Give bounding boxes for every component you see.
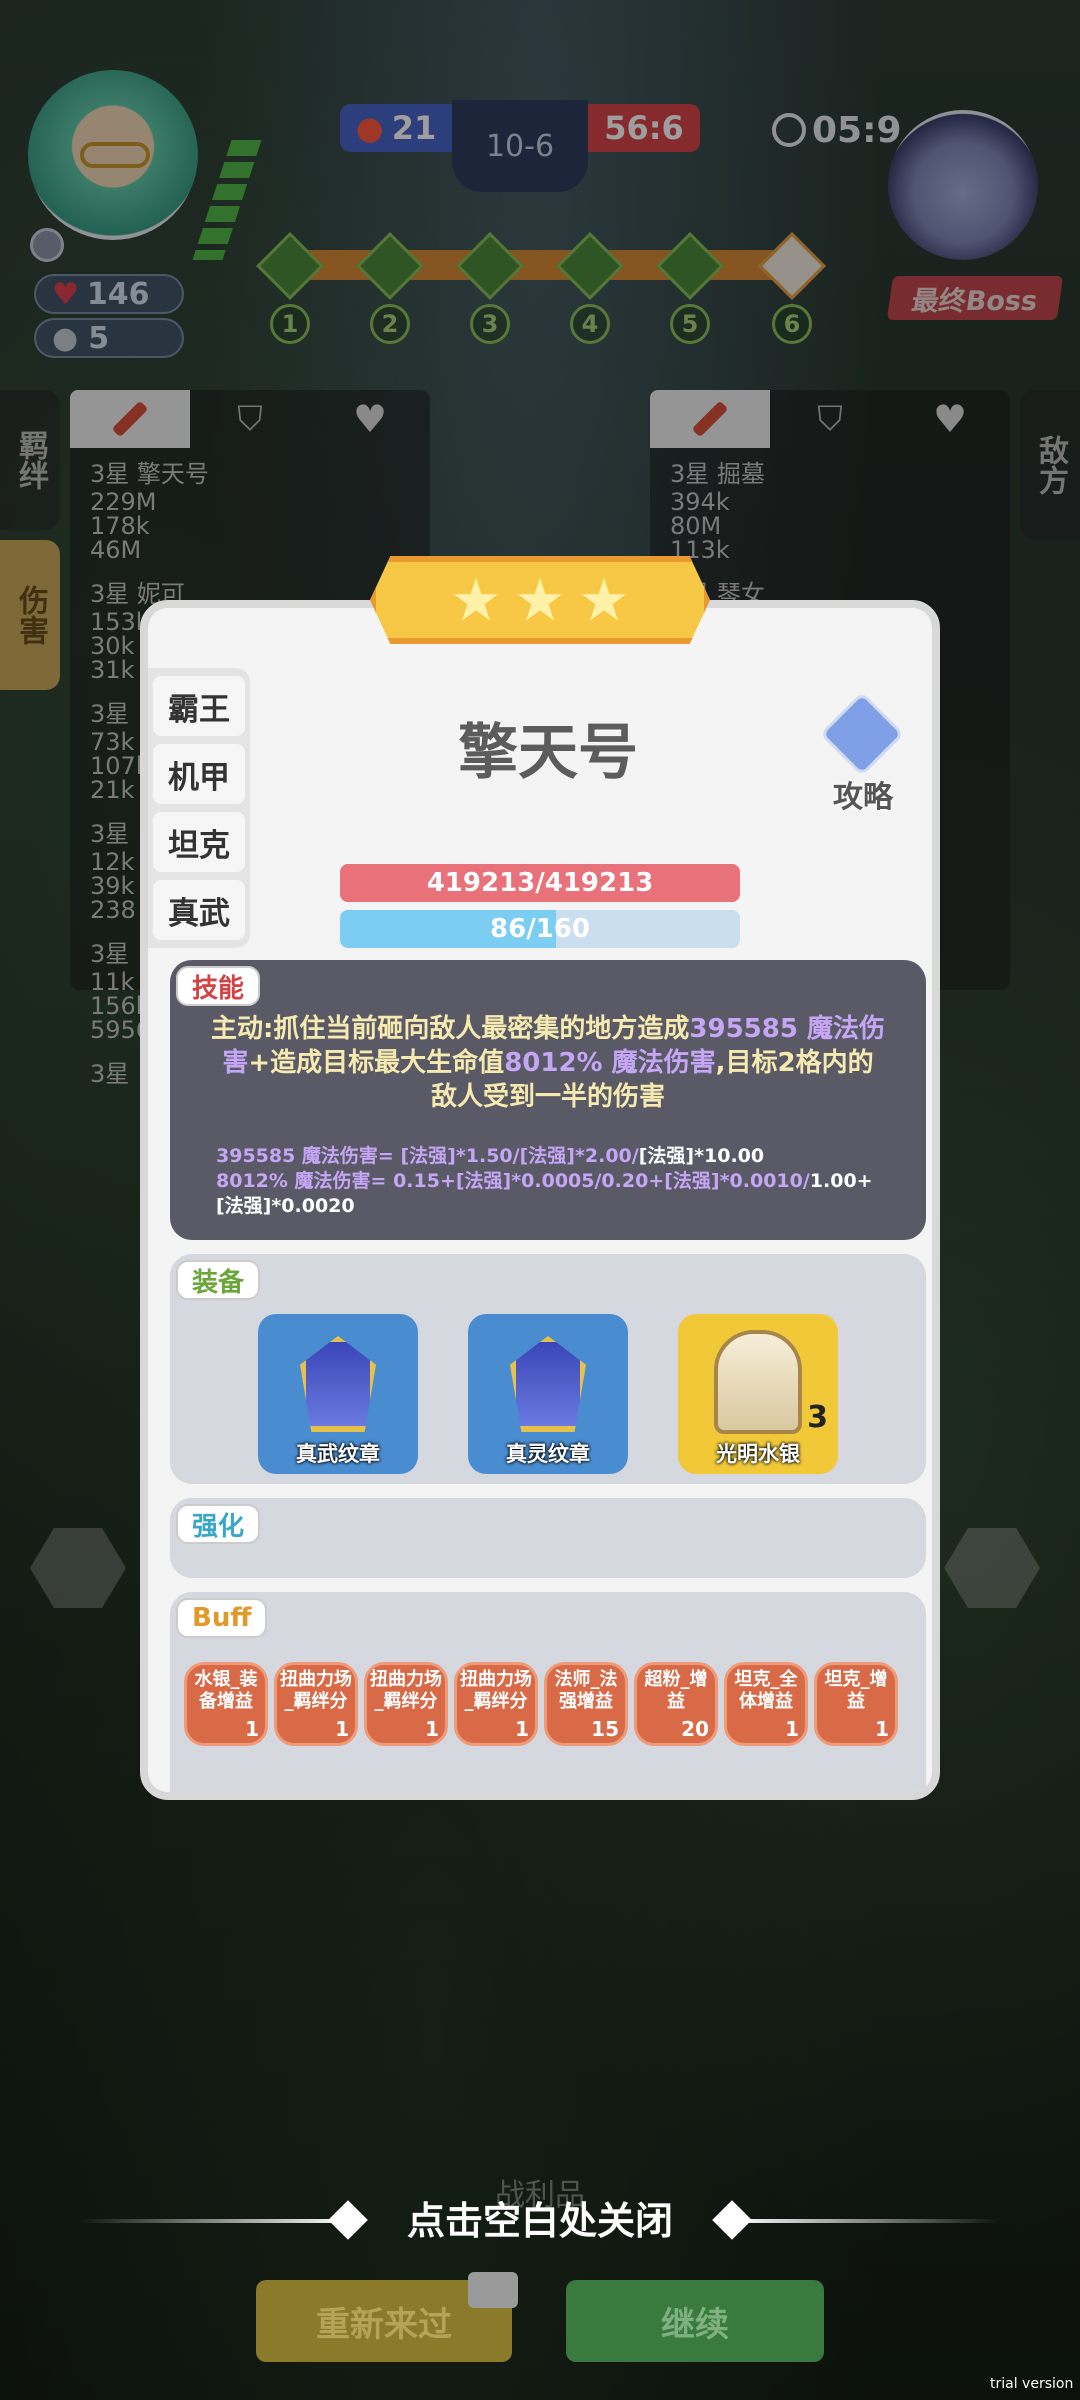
formula-text: 8012% 魔法伤害= 0.15+[法强]*0.0005/0.20+[法强]*0…	[216, 1170, 810, 1192]
formula-text: [法强]*10.00	[638, 1145, 765, 1167]
trait-tab-column: 霸王 机甲 坦克 真武	[148, 668, 250, 948]
trait-tab-mecha[interactable]: 机甲	[153, 744, 245, 804]
buff-count: 1	[875, 1717, 889, 1741]
buff-name: 超粉_增益	[644, 1669, 708, 1712]
buff-item[interactable]: 扭曲力场_羁绊分 1	[454, 1662, 538, 1746]
mana-bar: 86/160	[340, 910, 740, 948]
divider-right	[730, 2219, 1000, 2223]
skill-description: 主动:抓住当前砸向敌人最密集的地方造成395585 魔法伤害+造成目标最大生命值…	[210, 1012, 886, 1114]
skill-formulas: 395585 魔法伤害= [法强]*1.50/[法强]*2.00/[法强]*10…	[216, 1144, 896, 1219]
diamond-icon	[328, 2200, 368, 2240]
buff-count: 1	[425, 1717, 439, 1741]
emblem-icon	[300, 1336, 376, 1432]
buff-name: 坦克_增益	[824, 1669, 888, 1712]
emblem-icon	[510, 1336, 586, 1432]
equipment-tag: 装备	[176, 1260, 261, 1300]
trait-tab-tank[interactable]: 坦克	[153, 812, 245, 872]
buff-item[interactable]: 超粉_增益 20	[634, 1662, 718, 1746]
buff-count: 20	[681, 1717, 709, 1741]
buff-name: 水银_装备增益	[194, 1669, 258, 1712]
buff-name: 扭曲力场_羁绊分	[280, 1669, 352, 1712]
buff-name: 法师_法强增益	[554, 1669, 618, 1712]
enhance-tag: 强化	[176, 1504, 261, 1544]
buff-item[interactable]: 坦克_全体增益 1	[724, 1662, 808, 1746]
loot-title: 战利品	[495, 2178, 585, 2213]
buff-item[interactable]: 水银_装备增益 1	[184, 1662, 268, 1746]
hero-detail-modal: 霸王 机甲 坦克 真武 擎天号 攻略 419213/419213 86/160 …	[140, 600, 940, 1800]
equip-item-zhenwu-emblem[interactable]: 真武纹章	[258, 1314, 418, 1474]
buff-count: 1	[515, 1717, 529, 1741]
buff-item[interactable]: 扭曲力场_羁绊分 1	[364, 1662, 448, 1746]
retry-button[interactable]: 重新来过	[256, 2272, 518, 2362]
hp-text: 419213/419213	[426, 868, 654, 898]
trait-tab-overlord[interactable]: 霸王	[153, 676, 245, 736]
equip-item-light-mercury[interactable]: 3 光明水银	[678, 1314, 838, 1474]
enhance-section: 强化	[170, 1498, 926, 1578]
buff-name: 扭曲力场_羁绊分	[460, 1669, 532, 1712]
skill-tag: 技能	[176, 966, 261, 1006]
buff-name: 坦克_全体增益	[734, 1669, 798, 1712]
buff-tag: Buff	[176, 1598, 268, 1638]
mana-text: 86/160	[490, 914, 590, 944]
hp-bar: 419213/419213	[340, 864, 740, 902]
formula-line-1: 395585 魔法伤害= [法强]*1.50/[法强]*2.00/[法强]*10…	[216, 1144, 896, 1169]
buff-count: 15	[591, 1717, 619, 1741]
buff-count: 1	[245, 1717, 259, 1741]
formula-text: 395585 魔法伤害= [法强]*1.50/[法强]*2.00/	[216, 1145, 639, 1167]
equip-item-zhenling-emblem[interactable]: 真灵纹章	[468, 1314, 628, 1474]
star-rating-banner: ★ ★ ★	[370, 556, 710, 644]
star-icon: ★	[450, 566, 502, 634]
skill-desc-highlight: 8012% 魔法伤害	[504, 1048, 716, 1078]
skill-desc-text: +造成目标最大生命值	[248, 1048, 505, 1078]
divider-left	[80, 2219, 350, 2223]
equip-item-label: 真灵纹章	[506, 1442, 590, 1466]
buff-section: Buff 水银_装备增益 1 扭曲力场_羁绊分 1 扭曲力场_羁绊分 1 扭曲力场_羁绊分 1…	[170, 1592, 926, 1792]
skill-desc-text: 主动:抓住当前砸向敌人最密集的地方造成	[210, 1014, 690, 1044]
retry-label: 重新来过	[316, 2304, 452, 2345]
video-ad-icon	[468, 2272, 518, 2308]
trait-tab-zhenwu[interactable]: 真武	[153, 880, 245, 940]
equipment-section: 装备 真武纹章 真灵纹章 3 光明水银	[170, 1254, 926, 1484]
equip-count: 3	[807, 1400, 828, 1435]
graduation-cap-icon	[819, 691, 905, 777]
skill-section: 技能 主动:抓住当前砸向敌人最密集的地方造成395585 魔法伤害+造成目标最大…	[170, 960, 926, 1240]
star-icon: ★	[514, 566, 566, 634]
buff-item[interactable]: 扭曲力场_羁绊分 1	[274, 1662, 358, 1746]
formula-line-2: 8012% 魔法伤害= 0.15+[法强]*0.0005/0.20+[法强]*0…	[216, 1169, 896, 1219]
buff-count: 1	[785, 1717, 799, 1741]
hero-name: 擎天号	[458, 718, 638, 788]
helmet-icon	[714, 1330, 802, 1434]
watermark: trial version	[990, 2376, 1074, 2392]
equip-item-label: 光明水银	[716, 1442, 800, 1466]
buff-item[interactable]: 坦克_增益 1	[814, 1662, 898, 1746]
buff-count: 1	[335, 1717, 349, 1741]
guide-button[interactable]: 攻略	[808, 691, 918, 815]
buff-item[interactable]: 法师_法强增益 15	[544, 1662, 628, 1746]
equip-item-label: 真武纹章	[296, 1442, 380, 1466]
guide-label: 攻略	[833, 780, 893, 815]
continue-button[interactable]: 继续	[566, 2280, 824, 2362]
star-icon: ★	[578, 566, 630, 634]
buff-name: 扭曲力场_羁绊分	[370, 1669, 442, 1712]
